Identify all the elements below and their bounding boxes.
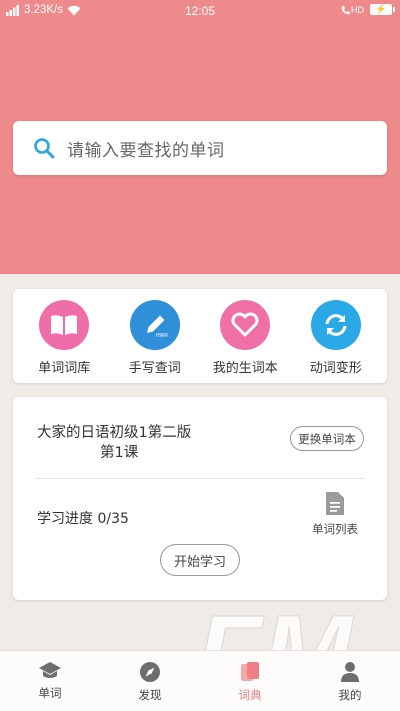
tab-words[interactable]: 单词	[0, 651, 100, 711]
compass-icon	[140, 662, 160, 682]
tab-label: 发现	[138, 688, 162, 702]
divider	[35, 478, 365, 479]
tab-label: 我的	[338, 688, 362, 702]
feature-handwriting-lookup[interactable]: HWR 手写查词	[111, 300, 199, 383]
start-learning-button[interactable]: 开始学习	[160, 544, 240, 576]
document-icon	[326, 492, 344, 515]
tab-label: 单词	[38, 686, 62, 700]
feature-label: 单词词库	[38, 361, 91, 376]
status-right: HD ⚡	[341, 4, 395, 15]
tab-label: 词典	[238, 688, 262, 702]
hd-call-icon: HD	[341, 5, 364, 15]
tab-discover[interactable]: 发现	[100, 651, 200, 711]
status-bar: 3.23K/s 12:05 HD ⚡	[0, 0, 400, 22]
status-time: 12:05	[184, 4, 216, 18]
course-lesson: 第1课	[100, 445, 139, 461]
course-title: 大家的日语初级1第二版	[37, 425, 192, 441]
tab-me[interactable]: 我的	[300, 651, 400, 711]
svg-text:HWR: HWR	[156, 333, 168, 339]
charging-icon: ⚡	[375, 4, 387, 14]
feature-word-library[interactable]: 单词词库	[20, 300, 108, 383]
feature-my-vocabulary[interactable]: 我的生词本	[201, 300, 289, 383]
feature-verb-conjugation[interactable]: 动词变形	[292, 300, 380, 383]
tab-dictionary[interactable]: 词典	[200, 651, 300, 711]
search-icon	[34, 138, 55, 159]
refresh-icon	[310, 300, 361, 350]
change-wordbook-button[interactable]: 更换单词本	[290, 426, 364, 451]
book-icon	[39, 300, 90, 350]
course-card: 大家的日语初级1第二版 第1课 更换单词本 学习进度 0/35 单词列表 开始学…	[13, 397, 387, 600]
feature-label: 手写查词	[128, 361, 181, 376]
word-list-button[interactable]: 单词列表	[309, 492, 361, 537]
pencil-icon: HWR	[129, 300, 180, 350]
user-icon	[341, 662, 359, 682]
search-input[interactable]: 请输入要查找的单词	[67, 136, 225, 161]
search-bar[interactable]: 请输入要查找的单词	[13, 121, 387, 175]
heart-icon	[220, 300, 271, 350]
graduation-cap-icon	[39, 662, 61, 678]
feature-grid: 单词词库 HWR 手写查词 我的生词本 动词变形	[13, 289, 387, 383]
study-progress: 学习进度 0/35	[37, 511, 129, 527]
dictionary-icon	[241, 662, 259, 681]
word-list-label: 单词列表	[312, 522, 358, 536]
bottom-tab-bar: 单词 发现 词典 我的	[0, 650, 400, 711]
feature-label: 动词变形	[309, 361, 362, 376]
feature-label: 我的生词本	[212, 361, 278, 376]
battery-icon: ⚡	[370, 4, 395, 15]
hd-label: HD	[351, 4, 364, 15]
